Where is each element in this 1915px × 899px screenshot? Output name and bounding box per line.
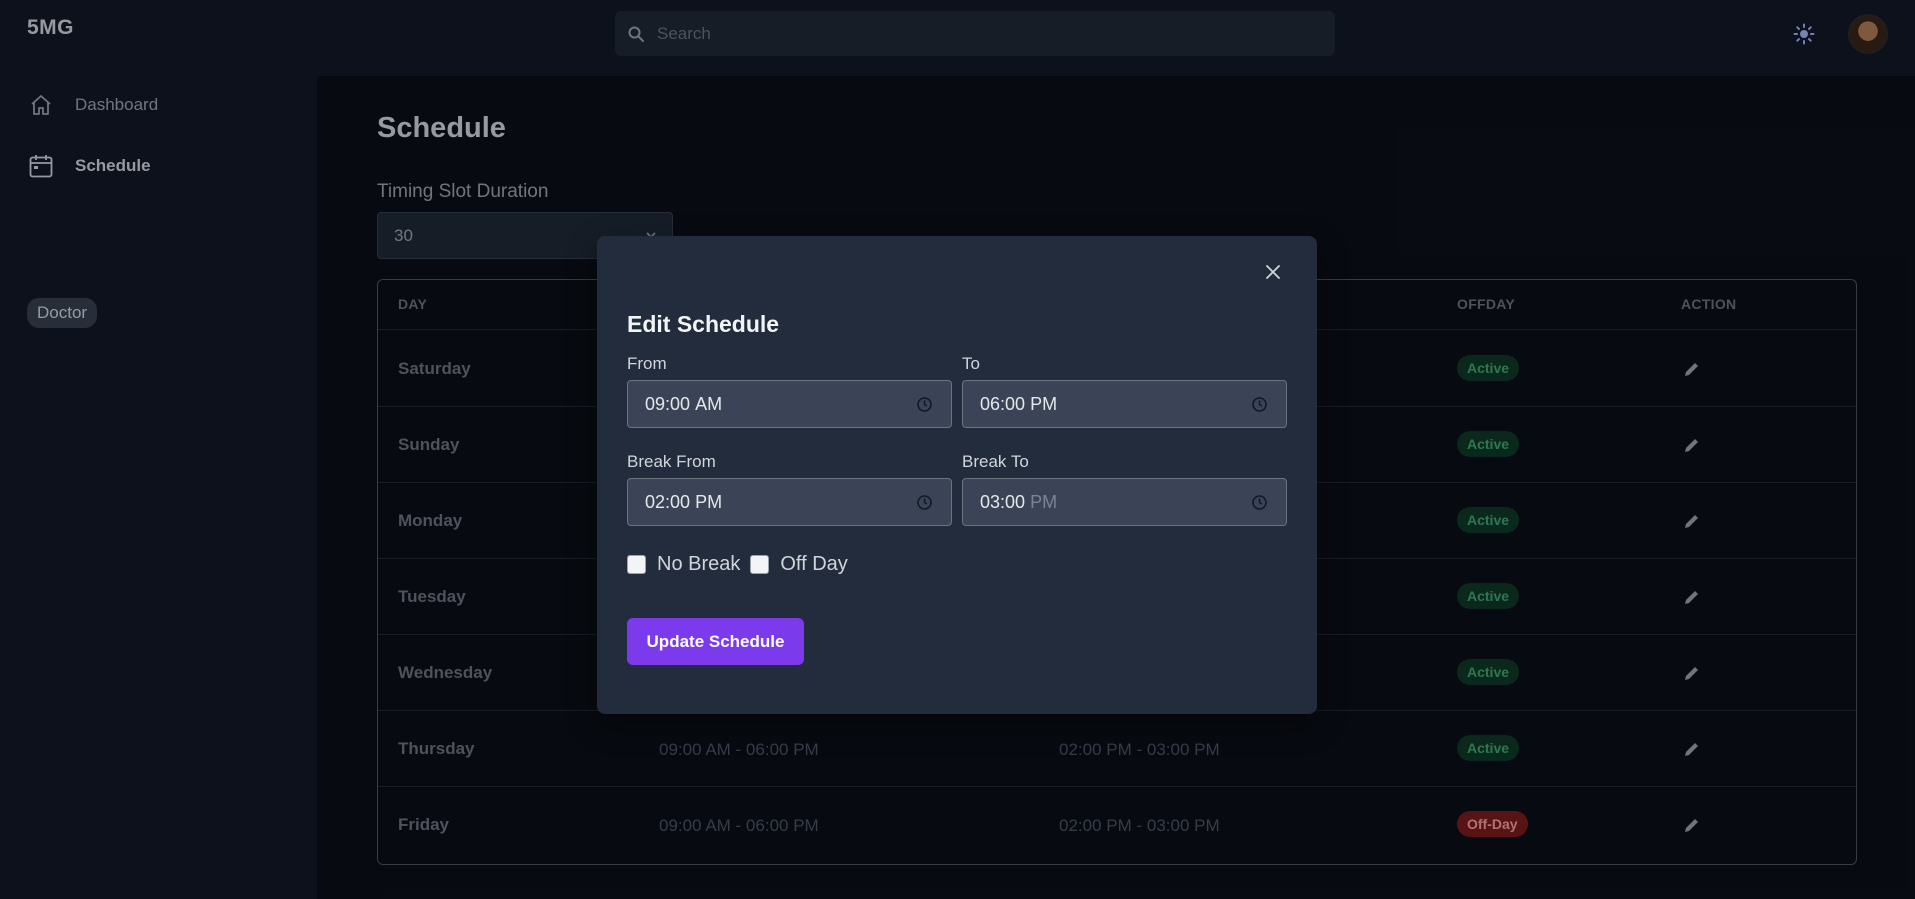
break-to-time-input[interactable]: 03:00 PM bbox=[962, 478, 1287, 526]
break-from-time-input[interactable]: 02:00 PM bbox=[627, 478, 952, 526]
clock-icon[interactable] bbox=[1251, 396, 1268, 413]
break-from-label: Break From bbox=[627, 452, 716, 471]
off-day-checkbox[interactable] bbox=[750, 555, 770, 574]
close-icon[interactable] bbox=[1261, 260, 1285, 284]
break-from-time-value: 02:00 bbox=[645, 491, 691, 512]
clock-icon[interactable] bbox=[1251, 494, 1268, 511]
edit-schedule-modal: Edit Schedule From 09:00 AM To 06:00 PM … bbox=[597, 236, 1317, 714]
from-time-input[interactable]: 09:00 AM bbox=[627, 380, 952, 428]
no-break-label: No Break bbox=[657, 553, 741, 575]
from-time-period: AM bbox=[695, 393, 723, 414]
off-day-option[interactable]: Off Day bbox=[750, 553, 848, 576]
off-day-label: Off Day bbox=[780, 553, 848, 575]
break-to-time-period: PM bbox=[1030, 491, 1058, 512]
break-to-label: Break To bbox=[962, 452, 1029, 471]
clock-icon[interactable] bbox=[916, 494, 933, 511]
to-time-value: 06:00 bbox=[980, 393, 1026, 414]
from-label: From bbox=[627, 354, 667, 373]
clock-icon[interactable] bbox=[916, 396, 933, 413]
to-label: To bbox=[962, 354, 980, 373]
options-row: No Break Off Day bbox=[627, 553, 858, 576]
to-time-period: PM bbox=[1030, 393, 1058, 414]
update-schedule-button[interactable]: Update Schedule bbox=[627, 618, 804, 665]
modal-title: Edit Schedule bbox=[627, 311, 780, 337]
break-to-time-value: 03:00 bbox=[980, 491, 1026, 512]
no-break-option[interactable]: No Break bbox=[627, 553, 740, 576]
break-from-time-period: PM bbox=[695, 491, 723, 512]
to-time-input[interactable]: 06:00 PM bbox=[962, 380, 1287, 428]
from-time-value: 09:00 bbox=[645, 393, 691, 414]
no-break-checkbox[interactable] bbox=[627, 555, 646, 574]
